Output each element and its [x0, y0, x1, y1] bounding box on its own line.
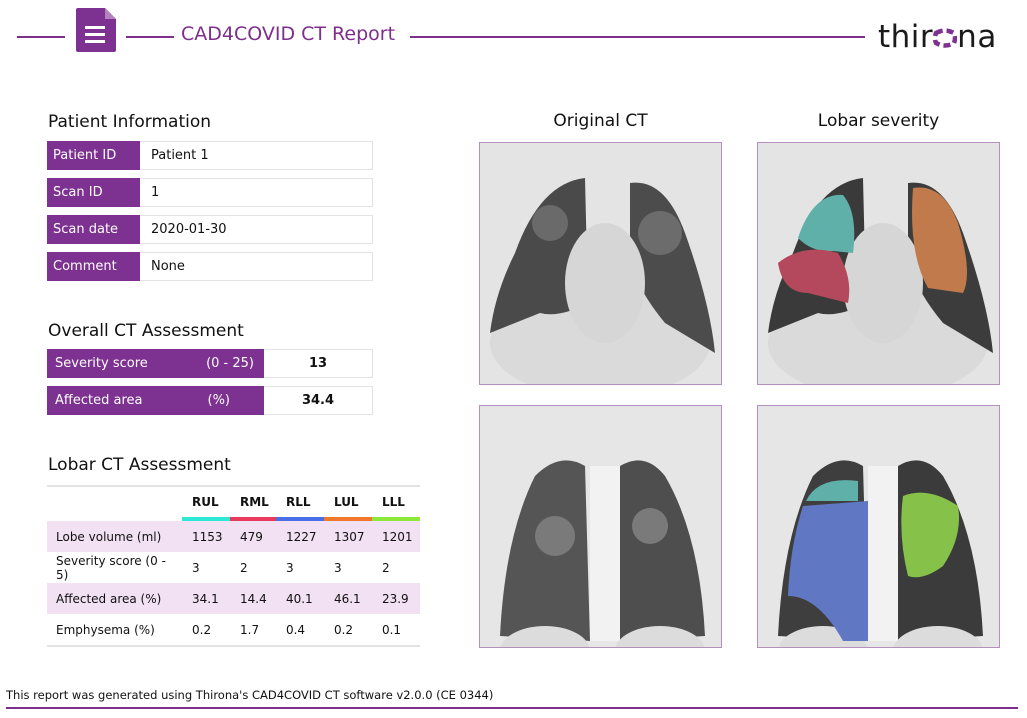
severity-score-label: Severity score [55, 356, 148, 371]
footer-rule [6, 707, 1018, 709]
logo-o-icon [932, 20, 958, 48]
lobar-severity-title: Lobar severity [817, 111, 940, 131]
lobar-severity-image-top [757, 142, 1000, 385]
row-label: Severity score (0 - 5) [56, 553, 166, 582]
comment-row: Comment None [47, 252, 373, 281]
original-ct-image-bottom [479, 405, 722, 648]
cell: 1153 [182, 521, 230, 552]
logo-text-start: thir [878, 19, 934, 55]
affected-area-value: 34.4 [264, 386, 373, 415]
severity-score-row: Severity score (0 - 25) 13 [47, 349, 373, 378]
header-rule-right [410, 36, 865, 38]
patient-id-row: Patient ID Patient 1 [47, 141, 373, 170]
cell: 23.9 [371, 583, 420, 614]
cell: 34.1 [182, 583, 230, 614]
corner-cell [47, 487, 182, 517]
cell: 3 [333, 560, 342, 575]
scan-id-row: Scan ID 1 [47, 178, 373, 207]
thirona-logo: thir na [878, 18, 997, 56]
col-rll: RLL [285, 495, 311, 509]
cell: 46.1 [323, 583, 372, 614]
table-row: Lobe volume (ml) 1153 479 1227 1307 1201 [47, 521, 420, 552]
lobar-table: RUL RML RLL LUL LLL Lobe volume (ml) 115… [47, 485, 420, 647]
header-rule-left [17, 36, 65, 38]
scan-id-value: 1 [140, 178, 373, 207]
cell: 14.4 [230, 583, 276, 614]
table-row: Severity score (0 - 5) 3 2 3 3 2 [47, 552, 420, 583]
severity-score-unit: (0 - 25) [206, 356, 254, 371]
document-icon [76, 6, 116, 52]
patient-id-value: Patient 1 [140, 141, 373, 170]
patient-id-label: Patient ID [47, 141, 140, 170]
cell: 3 [192, 560, 200, 575]
cell: 0.4 [285, 622, 306, 637]
cell: 3 [285, 560, 294, 575]
cell: 1227 [275, 521, 324, 552]
affected-area-unit: (%) [207, 393, 231, 408]
cell: 1.7 [240, 622, 260, 637]
severity-score-label-cell: Severity score (0 - 25) [47, 349, 264, 378]
scan-date-value: 2020-01-30 [140, 215, 373, 244]
cell: 2 [240, 560, 248, 575]
lobar-severity-image-bottom [757, 405, 1000, 648]
affected-area-row: Affected area (%) 34.4 [47, 386, 373, 415]
cell: 1201 [371, 521, 420, 552]
row-label: Affected area (%) [47, 583, 182, 614]
col-rml: RML [240, 495, 269, 509]
cell: 2 [381, 560, 390, 575]
report-title: CAD4COVID CT Report [181, 23, 396, 45]
logo-text-end: na [957, 19, 997, 55]
col-lll: LLL [381, 495, 405, 509]
table-row: Affected area (%) 34.1 14.4 40.1 46.1 23… [47, 583, 420, 614]
severity-score-value: 13 [264, 349, 373, 378]
scan-id-label: Scan ID [47, 178, 140, 207]
cell: 0.1 [381, 622, 402, 637]
row-label: Lobe volume (ml) [47, 521, 182, 552]
row-label: Emphysema (%) [56, 622, 155, 637]
scan-date-label: Scan date [47, 215, 140, 244]
scan-date-row: Scan date 2020-01-30 [47, 215, 373, 244]
table-bottom-rule [47, 645, 420, 647]
overall-assessment-heading: Overall CT Assessment [48, 321, 244, 341]
affected-area-label-cell: Affected area (%) [47, 386, 264, 415]
original-ct-image-top [479, 142, 722, 385]
cell: 0.2 [192, 622, 212, 637]
header-row: RUL RML RLL LUL LLL [47, 487, 420, 517]
comment-label: Comment [47, 252, 140, 281]
comment-value: None [140, 252, 373, 281]
col-rul: RUL [192, 495, 219, 509]
affected-area-label: Affected area [55, 393, 143, 408]
table-row: Emphysema (%) 0.2 1.7 0.4 0.2 0.1 [47, 614, 420, 645]
col-lul: LUL [333, 495, 359, 509]
lobar-assessment-heading: Lobar CT Assessment [48, 455, 231, 475]
original-ct-title: Original CT [553, 111, 648, 131]
cell: 40.1 [275, 583, 324, 614]
patient-info-heading: Patient Information [48, 112, 212, 132]
footer-text: This report was generated using Thirona'… [6, 688, 494, 702]
cell: 479 [230, 521, 276, 552]
cell: 1307 [323, 521, 372, 552]
header-rule-middle [126, 36, 174, 38]
cell: 0.2 [333, 622, 354, 637]
